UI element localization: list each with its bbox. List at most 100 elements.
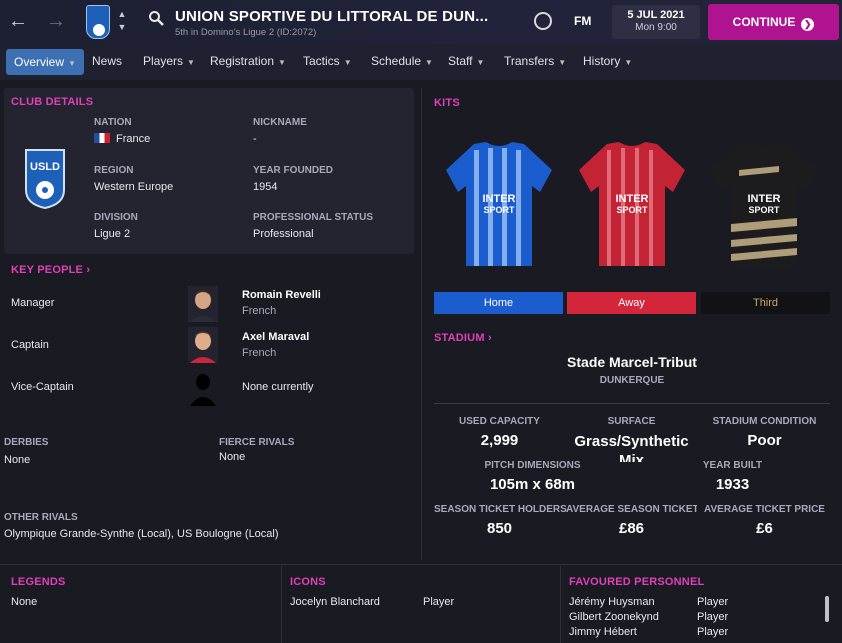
season-ticket-holders-label: SEASON TICKET HOLDERS — [434, 504, 567, 515]
nation-value[interactable]: France — [94, 133, 150, 145]
favoured-name[interactable]: Jérémy Huysman — [569, 596, 655, 608]
favoured-role: Player — [697, 626, 729, 638]
svg-text:SPORT: SPORT — [483, 205, 515, 215]
continue-button[interactable]: CONTINUE ❯ — [708, 4, 839, 40]
icon-name[interactable]: Jocelyn Blanchard — [290, 596, 380, 608]
vice-captain-name: None currently — [242, 381, 314, 393]
france-flag-icon — [94, 133, 110, 143]
nickname-label: NICKNAME — [253, 117, 307, 128]
stadium-title[interactable]: STADIUM › — [434, 332, 492, 344]
svg-text:INTER: INTER — [483, 193, 516, 205]
captain-name[interactable]: Axel Maraval — [242, 331, 309, 343]
tab-label: Overview — [14, 55, 65, 69]
professional-status-label: PROFESSIONAL STATUS — [253, 212, 374, 223]
kit-tab-home[interactable]: Home — [434, 292, 563, 314]
svg-text:USLD: USLD — [30, 161, 60, 173]
captain-role: Captain — [11, 339, 49, 351]
favoured-role: Player — [697, 611, 729, 623]
silhouette-avatar-icon — [188, 370, 218, 406]
chevron-down-icon[interactable]: ▼ — [116, 21, 128, 34]
legends-title: LEGENDS — [11, 576, 66, 588]
game-date[interactable]: 5 JUL 2021 Mon 9:00 — [612, 5, 700, 39]
club-switcher[interactable]: ▲ ▼ — [116, 8, 128, 34]
derbies-value: None — [4, 454, 31, 466]
tab-registration[interactable]: Registration ▼ — [210, 54, 286, 68]
tab-label: Staff — [448, 54, 473, 68]
arrow-right-icon: ❯ — [801, 18, 815, 31]
top-bar: ← → ▲ ▼ UNION SPORTIVE DU LITTORAL DE DU… — [0, 0, 842, 44]
kit-tab-away[interactable]: Away — [567, 292, 696, 314]
svg-text:INTER: INTER — [616, 193, 649, 205]
tab-history[interactable]: History ▼ — [583, 54, 632, 68]
football-icon[interactable] — [534, 12, 552, 30]
legends-value: None — [11, 596, 38, 608]
club-details-title: CLUB DETAILS — [11, 96, 94, 108]
fierce-rivals-value: None — [219, 451, 246, 463]
icon-role: Player — [423, 596, 455, 608]
fierce-rivals-label: FIERCE RIVALS — [219, 437, 295, 448]
svg-text:INTER: INTER — [748, 193, 781, 205]
club-crest-icon: USLD — [25, 149, 65, 210]
tab-label: Transfers — [504, 54, 555, 68]
key-people-title[interactable]: KEY PEOPLE › — [11, 264, 90, 276]
region-value: Western Europe — [94, 181, 174, 193]
nickname-value: - — [253, 133, 257, 145]
chevron-right-icon: › — [86, 264, 91, 276]
club-badge-icon[interactable] — [86, 5, 110, 39]
third-kit-image: INTER SPORT — [711, 142, 817, 266]
svg-text:SPORT: SPORT — [616, 205, 648, 215]
tab-tactics[interactable]: Tactics ▼ — [303, 54, 352, 68]
surface-value: Grass/Synthetic Mix — [574, 433, 689, 462]
favoured-name[interactable]: Gilbert Zoonekynd — [569, 611, 659, 623]
tab-schedule[interactable]: Schedule ▼ — [371, 54, 433, 68]
manager-name[interactable]: Romain Revelli — [242, 289, 321, 301]
used-capacity-value: 2,999 — [480, 432, 519, 449]
home-kit-image: INTER SPORT — [446, 142, 552, 266]
nation-label: NATION — [94, 117, 132, 128]
icons-title: ICONS — [290, 576, 326, 588]
search-icon[interactable] — [148, 10, 164, 26]
date-label: 5 JUL 2021 — [627, 9, 685, 21]
away-kit-image: INTER SPORT — [579, 142, 685, 266]
tab-label: Schedule — [371, 54, 422, 68]
division-label: DIVISION — [94, 212, 138, 223]
other-rivals-value[interactable]: Olympique Grande-Synthe (Local), US Boul… — [4, 528, 279, 540]
chevron-down-icon: ▼ — [343, 58, 352, 67]
chevron-down-icon: ▼ — [187, 58, 195, 67]
club-details-panel: CLUB DETAILS USLD NATION France NICKNAME… — [4, 88, 414, 254]
back-arrow-icon[interactable]: ← — [8, 10, 28, 32]
bottom-column-divider — [281, 566, 282, 643]
year-founded-label: YEAR FOUNDED — [253, 165, 334, 176]
tab-staff[interactable]: Staff ▼ — [448, 54, 484, 68]
captain-avatar[interactable] — [188, 327, 218, 363]
forward-arrow-icon[interactable]: → — [46, 10, 66, 32]
favoured-scrollbar[interactable] — [825, 596, 829, 622]
chevron-right-icon: › — [487, 332, 492, 344]
key-people-label: KEY PEOPLE — [11, 264, 84, 276]
surface-label: SURFACE — [607, 416, 656, 427]
favoured-name[interactable]: Jimmy Hébert — [569, 626, 637, 638]
tab-label: Registration — [210, 54, 275, 68]
chevron-down-icon: ▼ — [278, 58, 286, 67]
club-subtitle: 5th in Domino’s Ligue 2 (ID:2072) — [175, 27, 317, 38]
kit-tab-third[interactable]: Third — [701, 292, 830, 314]
used-capacity-label: USED CAPACITY — [459, 416, 540, 427]
tab-transfers[interactable]: Transfers ▼ — [504, 54, 566, 68]
tab-news[interactable]: News — [92, 54, 122, 68]
chevron-down-icon: ▼ — [476, 58, 485, 67]
vice-captain-role: Vice-Captain — [11, 381, 74, 393]
other-rivals-label: OTHER RIVALS — [4, 512, 78, 523]
fm-logo[interactable]: FM — [574, 14, 591, 28]
division-value[interactable]: Ligue 2 — [94, 228, 130, 240]
stadium-name[interactable]: Stade Marcel-Tribut — [432, 354, 832, 370]
year-built-label: YEAR BUILT — [702, 460, 763, 471]
average-ticket-price-label: AVERAGE TICKET PRICE — [704, 504, 825, 515]
stadium-condition-value: Poor — [747, 432, 782, 449]
chevron-up-icon[interactable]: ▲ — [116, 8, 128, 21]
tab-players[interactable]: Players ▼ — [143, 54, 195, 68]
manager-avatar[interactable] — [188, 286, 218, 322]
tab-overview[interactable]: Overview ▼ — [6, 49, 84, 75]
pitch-dimensions-label: PITCH DIMENSIONS — [484, 460, 581, 471]
continue-label: CONTINUE — [732, 15, 796, 29]
chevron-down-icon: ▼ — [425, 58, 433, 67]
